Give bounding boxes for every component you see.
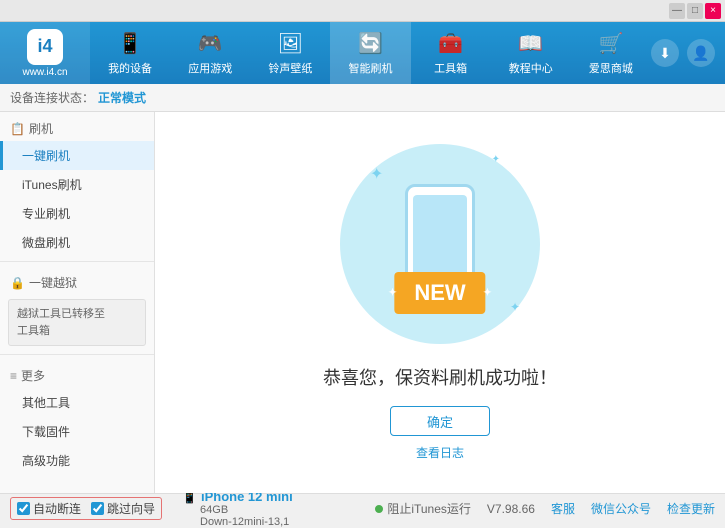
sidebar-section-more-label: 更多 [21, 367, 45, 384]
status-label: 设备连接状态： [10, 89, 94, 106]
nav-item-shop-label: 爱思商城 [589, 60, 633, 76]
flash-section-icon: 📋 [10, 122, 25, 136]
sidebar-item-one-click-flash[interactable]: 一键刷机 [0, 141, 154, 170]
status-value: 正常模式 [98, 89, 146, 106]
nav-item-apps-games[interactable]: 🎮 应用游戏 [170, 22, 250, 84]
sidebar-jailbreak-note: 越狱工具已转移至工具箱 [8, 299, 146, 346]
sidebar-section-flash-label: 刷机 [29, 120, 53, 137]
skip-wizard-label: 跳过向导 [107, 500, 155, 517]
nav-item-wallpaper-label: 铃声壁纸 [268, 60, 312, 76]
wechat-link[interactable]: 微信公众号 [591, 500, 651, 517]
nav-item-tutorial-label: 教程中心 [509, 60, 553, 76]
confirm-button[interactable]: 确定 [390, 406, 490, 436]
logo-icon: i4 [27, 29, 63, 65]
title-bar: — □ × [0, 0, 725, 22]
smart-flash-icon: 🔄 [358, 31, 383, 56]
sidebar-divider-1 [0, 261, 154, 262]
apps-games-icon: 🎮 [198, 31, 223, 56]
sidebar-section-flash: 📋 刷机 [0, 112, 154, 141]
nav-item-wallpaper[interactable]: 🖼 铃声壁纸 [250, 22, 330, 84]
sidebar-item-pro-flash[interactable]: 专业刷机 [0, 199, 154, 228]
nav-item-tutorial[interactable]: 📖 教程中心 [491, 22, 571, 84]
logo-url: www.i4.cn [22, 67, 67, 78]
minimize-button[interactable]: — [669, 3, 685, 19]
maximize-button[interactable]: □ [687, 3, 703, 19]
success-text: 恭喜您，保资料刷机成功啦！ [323, 364, 557, 390]
my-device-icon: 📱 [118, 31, 143, 56]
nav-right: ⬇ 👤 [651, 39, 725, 67]
sidebar-item-micro-flash[interactable]: 微盘刷机 [0, 228, 154, 257]
phone-bg-circle: ✦ ✦ ✦ [340, 144, 540, 344]
sidebar-section-jailbreak-label: 一键越狱 [29, 274, 77, 291]
sidebar-item-download-firmware[interactable]: 下载固件 [0, 417, 154, 446]
phone-screen [413, 195, 467, 277]
shop-icon: 🛒 [598, 31, 623, 56]
account-button[interactable]: 👤 [687, 39, 715, 67]
top-nav: i4 www.i4.cn 📱 我的设备 🎮 应用游戏 🖼 铃声壁纸 🔄 智能刷机… [0, 22, 725, 84]
nav-item-smart-flash[interactable]: 🔄 智能刷机 [330, 22, 410, 84]
sparkle-3: ✦ [510, 300, 520, 314]
nav-item-toolbox-label: 工具箱 [434, 60, 467, 76]
nav-item-shop[interactable]: 🛒 爱思商城 [571, 22, 651, 84]
status-bar: 设备连接状态： 正常模式 [0, 84, 725, 112]
content-area: ✦ ✦ ✦ NEW 恭喜您，保资料刷机成功啦！ 确定 查看日志 [155, 112, 725, 493]
lock-icon: 🔒 [10, 276, 25, 290]
nav-item-my-device[interactable]: 📱 我的设备 [90, 22, 170, 84]
device-storage: 64GB [200, 504, 293, 516]
sidebar: 📋 刷机 一键刷机 iTunes刷机 专业刷机 微盘刷机 🔒 一键越狱 越狱工具… [0, 112, 155, 493]
close-button[interactable]: × [705, 3, 721, 19]
toolbox-icon: 🧰 [438, 31, 463, 56]
skip-wizard-checkbox[interactable] [91, 502, 104, 515]
download-button[interactable]: ⬇ [651, 39, 679, 67]
more-section-icon: ≡ [10, 369, 17, 383]
nav-item-toolbox[interactable]: 🧰 工具箱 [411, 22, 491, 84]
detail-link[interactable]: 查看日志 [416, 444, 464, 461]
nav-items: 📱 我的设备 🎮 应用游戏 🖼 铃声壁纸 🔄 智能刷机 🧰 工具箱 📖 教程中心… [90, 22, 651, 84]
device-info: 📱 iPhone 12 mini 64GB Down-12mini-13,1 [182, 489, 293, 528]
phone-illustration: ✦ ✦ ✦ NEW [340, 144, 540, 344]
sidebar-section-jailbreak: 🔒 一键越狱 [0, 266, 154, 295]
version-text: V7.98.66 [487, 502, 535, 516]
itunes-indicator: 阻止iTunes运行 [375, 500, 471, 517]
logo: i4 www.i4.cn [0, 22, 90, 84]
service-link[interactable]: 客服 [551, 500, 575, 517]
auto-disconnect-label: 自动断连 [33, 500, 81, 517]
auto-disconnect-checkbox[interactable] [17, 502, 30, 515]
new-ribbon: NEW [394, 272, 485, 314]
nav-item-smart-flash-label: 智能刷机 [348, 60, 392, 76]
main-area: 📋 刷机 一键刷机 iTunes刷机 专业刷机 微盘刷机 🔒 一键越狱 越狱工具… [0, 112, 725, 493]
nav-item-apps-games-label: 应用游戏 [188, 60, 232, 76]
checkbox-container: 自动断连 跳过向导 [10, 497, 162, 520]
wallpaper-icon: 🖼 [278, 31, 303, 56]
tutorial-icon: 📖 [518, 31, 543, 56]
device-model: Down-12mini-13,1 [200, 516, 293, 528]
update-link[interactable]: 检查更新 [667, 500, 715, 517]
new-badge: NEW [394, 272, 485, 314]
sidebar-item-itunes-flash[interactable]: iTunes刷机 [0, 170, 154, 199]
nav-item-my-device-label: 我的设备 [108, 60, 152, 76]
sparkle-1: ✦ [370, 164, 383, 184]
status-footer-right: 阻止iTunes运行 V7.98.66 客服 微信公众号 检查更新 [375, 500, 715, 517]
itunes-status-text: 阻止iTunes运行 [387, 500, 471, 517]
auto-disconnect-checkbox-label[interactable]: 自动断连 [17, 500, 81, 517]
skip-wizard-checkbox-label[interactable]: 跳过向导 [91, 500, 155, 517]
status-footer-left: 自动断连 跳过向导 📱 iPhone 12 mini 64GB Down-12m… [10, 489, 293, 528]
itunes-status-dot [375, 505, 383, 513]
sparkle-2: ✦ [492, 154, 500, 165]
status-footer: 自动断连 跳过向导 📱 iPhone 12 mini 64GB Down-12m… [0, 493, 725, 523]
sidebar-item-advanced[interactable]: 高级功能 [0, 446, 154, 475]
sidebar-item-other-tools[interactable]: 其他工具 [0, 388, 154, 417]
sidebar-section-more: ≡ 更多 [0, 359, 154, 388]
sidebar-divider-2 [0, 354, 154, 355]
